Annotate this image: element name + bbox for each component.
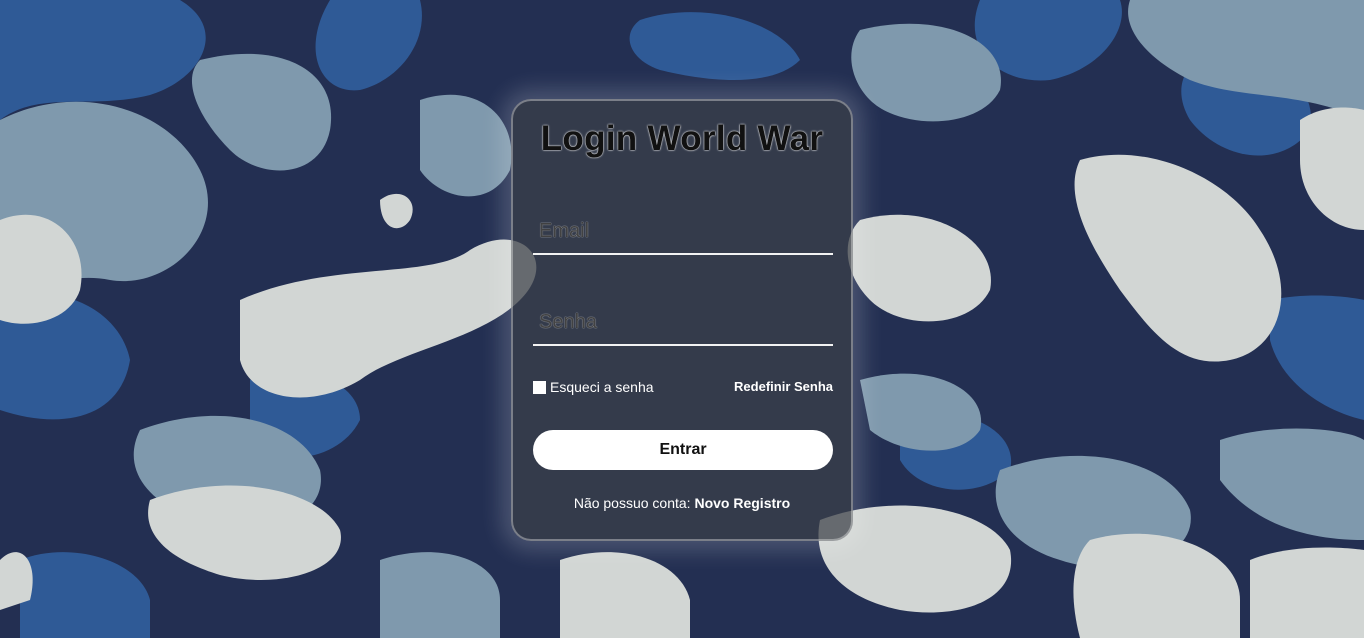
register-link[interactable]: Novo Registro <box>694 495 790 511</box>
login-options-row: Esqueci a senha Redefinir Senha <box>533 377 833 397</box>
register-prompt: Não possuo conta: <box>573 495 691 511</box>
remember-checkbox[interactable] <box>533 380 546 394</box>
email-field-container <box>533 203 833 255</box>
reset-password-link[interactable]: Redefinir Senha <box>734 379 833 394</box>
submit-button[interactable]: Entrar <box>533 430 833 470</box>
remember-option[interactable]: Esqueci a senha <box>533 379 654 395</box>
login-title: Login World War <box>540 119 824 158</box>
register-row: Não possuo conta: Novo Registro <box>513 495 851 511</box>
password-field-container <box>533 294 833 346</box>
login-card: Login World War Esqueci a senha Redefini… <box>511 99 853 541</box>
email-input[interactable] <box>533 213 833 249</box>
remember-label: Esqueci a senha <box>550 379 654 395</box>
password-input[interactable] <box>533 304 833 340</box>
